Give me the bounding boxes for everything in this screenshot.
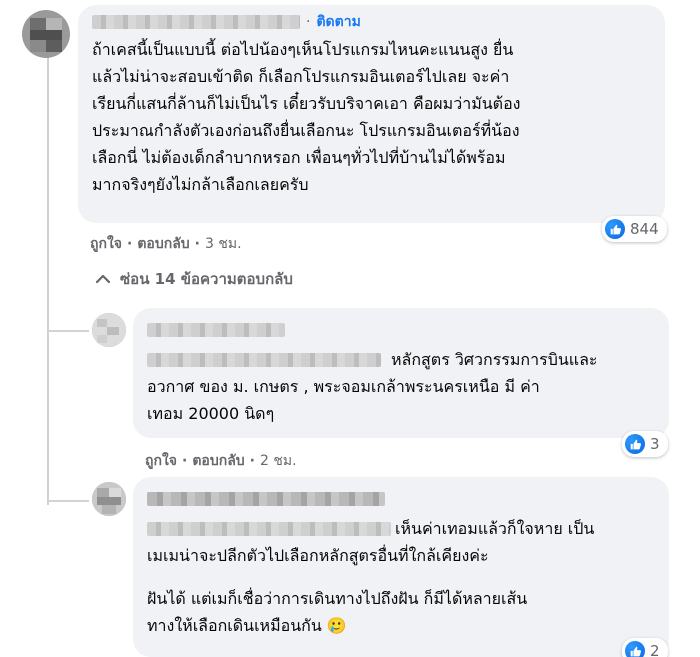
follow-button[interactable]: ติดตาม xyxy=(316,11,360,33)
tagged-name[interactable] xyxy=(147,352,381,367)
like-button[interactable]: ถูกใจ xyxy=(90,233,122,255)
reply-line: ฝันได้ แต่เมก็เชื่อว่าการเดินทางไปถึงฝัน… xyxy=(147,589,528,608)
separator-dot: · xyxy=(194,236,200,252)
like-icon xyxy=(605,219,625,239)
reaction-count: 844 xyxy=(630,220,659,238)
separator-dot: · xyxy=(127,236,133,252)
hide-replies-label: ซ่อน 14 ข้อความตอบกลับ xyxy=(120,270,293,288)
comment-bubble: · ติดตาม ถ้าเคสนี้เป็นแบบนี้ ต่อไปน้องๆเ… xyxy=(78,5,665,223)
reply-actions: ถูกใจ · ตอบกลับ · 2 ชม. xyxy=(145,450,297,472)
separator-dot: · xyxy=(182,453,188,469)
reply-line: เมเมน่าจะปลีกตัวไปเลือกหลักสูตรอื่นที่ใก… xyxy=(147,546,489,565)
timestamp[interactable]: 3 ชม. xyxy=(205,233,242,255)
like-icon xyxy=(625,641,645,657)
chevron-up-icon xyxy=(96,274,110,284)
reaction-summary[interactable]: 2 xyxy=(622,638,668,657)
avatar[interactable] xyxy=(92,313,126,347)
comment-line: เรียนกี่แสนกี่ล้านก็ไม่เป็นไร เดี๋ยวรับบ… xyxy=(92,94,521,113)
reply-line: อวกาศ ของ ม. เกษตร , พระจอมเกล้าพระนครเห… xyxy=(147,377,540,396)
thread-branch xyxy=(49,500,89,502)
reaction-count: 2 xyxy=(650,642,660,657)
reply-line: เทอม 20000 นิดๆ xyxy=(147,404,275,423)
reaction-summary[interactable]: 3 xyxy=(622,431,668,457)
reply-bubble: หลักสูตร วิศวกรรมการบินและ อวกาศ ของ ม. … xyxy=(133,308,669,438)
reply-line: หลักสูตร วิศวกรรมการบินและ xyxy=(391,350,598,369)
comment-line: ถ้าเคสนี้เป็นแบบนี้ ต่อไปน้องๆเห็นโปรแกร… xyxy=(92,40,514,59)
timestamp[interactable]: 2 ชม. xyxy=(260,450,297,472)
like-icon xyxy=(625,434,645,454)
hide-replies-button[interactable]: ซ่อน 14 ข้อความตอบกลับ xyxy=(96,267,293,291)
reply-line: ทางให้เลือกเดินเหมือนกัน 🥲 xyxy=(147,616,347,635)
avatar[interactable] xyxy=(22,10,70,58)
author-name[interactable] xyxy=(92,15,300,29)
reply-button[interactable]: ตอบกลับ xyxy=(192,450,244,472)
comment-line: เลือกนี่ ไม่ต้องเด็กลำบากหรอก เพื่อนๆทั่… xyxy=(92,148,506,167)
reply-text: เห็นค่าเทอมแล้วก็ใจหาย เป็น เมเมน่าจะปลี… xyxy=(147,515,655,639)
comment-text: ถ้าเคสนี้เป็นแบบนี้ ต่อไปน้องๆเห็นโปรแกร… xyxy=(92,36,651,198)
tagged-name[interactable] xyxy=(147,521,391,536)
like-button[interactable]: ถูกใจ xyxy=(145,450,177,472)
reply-button[interactable]: ตอบกลับ xyxy=(137,233,189,255)
reaction-summary[interactable]: 844 xyxy=(602,216,667,242)
avatar[interactable] xyxy=(92,482,126,516)
comment-actions: ถูกใจ · ตอบกลับ · 3 ชม. xyxy=(90,233,242,255)
separator-dot: · xyxy=(306,14,311,30)
reply-bubble: เห็นค่าเทอมแล้วก็ใจหาย เป็น เมเมน่าจะปลี… xyxy=(133,477,669,657)
reply-line: เห็นค่าเทอมแล้วก็ใจหาย เป็น xyxy=(395,519,595,538)
thread-line xyxy=(47,50,49,295)
comment-line: มากจริงๆยังไม่กล้าเลือกเลยครับ xyxy=(92,175,309,194)
separator-dot: · xyxy=(249,453,255,469)
thread-line xyxy=(47,295,49,505)
author-name[interactable] xyxy=(147,492,385,506)
comment-line: แล้วไม่น่าจะสอบเข้าติด ก็เลือกโปรแกรมอิน… xyxy=(92,67,510,86)
comment-line: ประมาณกำลังตัวเองก่อนถึงยื่นเลือกนะ โปรแ… xyxy=(92,121,520,140)
reply-text: หลักสูตร วิศวกรรมการบินและ อวกาศ ของ ม. … xyxy=(147,346,655,427)
thread-branch xyxy=(49,330,89,332)
author-name[interactable] xyxy=(147,323,285,337)
reaction-count: 3 xyxy=(650,435,660,453)
